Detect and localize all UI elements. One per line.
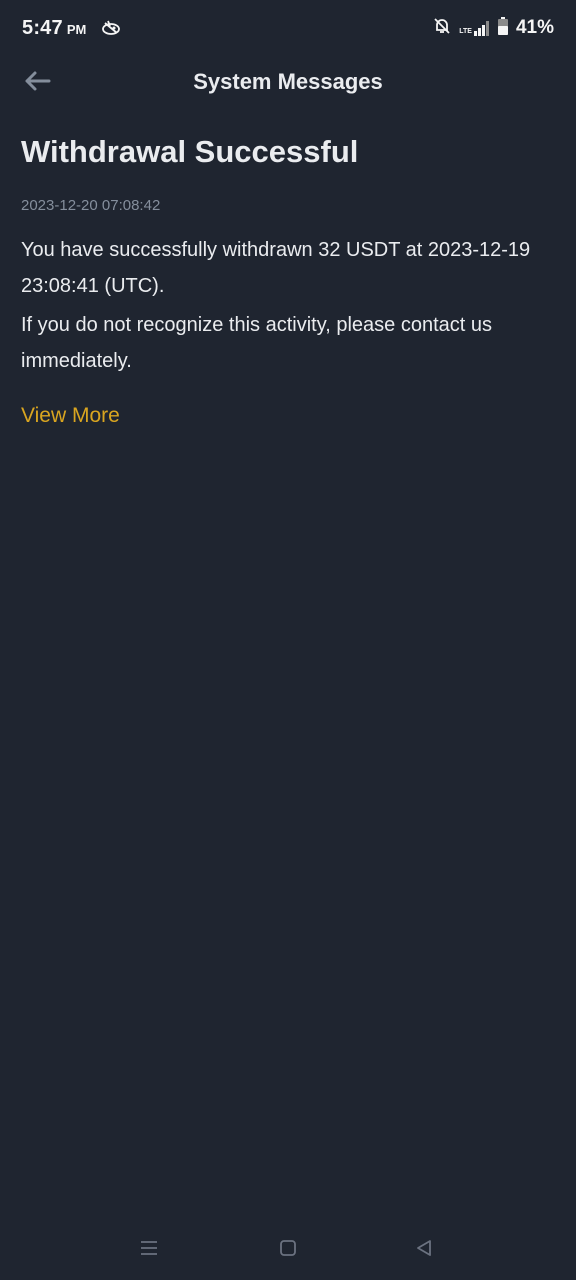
menu-button[interactable] xyxy=(137,1238,161,1262)
status-ampm: PM xyxy=(66,22,87,37)
app-notification-icon xyxy=(100,19,122,37)
nav-back-button[interactable] xyxy=(412,1238,436,1262)
message-detail: Withdrawal Successful 2023-12-20 07:08:4… xyxy=(21,128,555,428)
status-bar: 5:47 PM LTE 41% xyxy=(0,0,576,56)
home-button[interactable] xyxy=(276,1238,300,1262)
message-timestamp: 2023-12-20 07:08:42 xyxy=(21,197,161,214)
battery-percent: 41% xyxy=(515,17,554,38)
bell-off-icon xyxy=(433,17,451,40)
page-title: System Messages xyxy=(193,69,383,94)
network-label: LTE xyxy=(459,28,472,35)
status-right: LTE 41% xyxy=(425,16,554,40)
message-title: Withdrawal Successful xyxy=(21,134,359,169)
home-icon xyxy=(279,1239,297,1262)
battery-icon xyxy=(497,16,508,40)
menu-icon xyxy=(139,1239,159,1262)
signal-icon: LTE xyxy=(459,20,490,36)
message-paragraph: If you do not recognize this activity, p… xyxy=(21,314,492,372)
message-body: You have successfully withdrawn 32 USDT … xyxy=(21,232,555,379)
app-header: System Messages xyxy=(0,56,576,110)
back-icon xyxy=(415,1239,433,1262)
message-paragraph: You have successfully withdrawn 32 USDT … xyxy=(21,239,531,297)
screen: 5:47 PM LTE 41% System Messages Withdraw… xyxy=(0,0,576,1280)
view-more-link[interactable]: View More xyxy=(21,404,120,428)
status-time: 5:47 xyxy=(22,16,63,39)
navigation-bar xyxy=(0,1220,576,1280)
status-left: 5:47 PM xyxy=(22,17,122,40)
